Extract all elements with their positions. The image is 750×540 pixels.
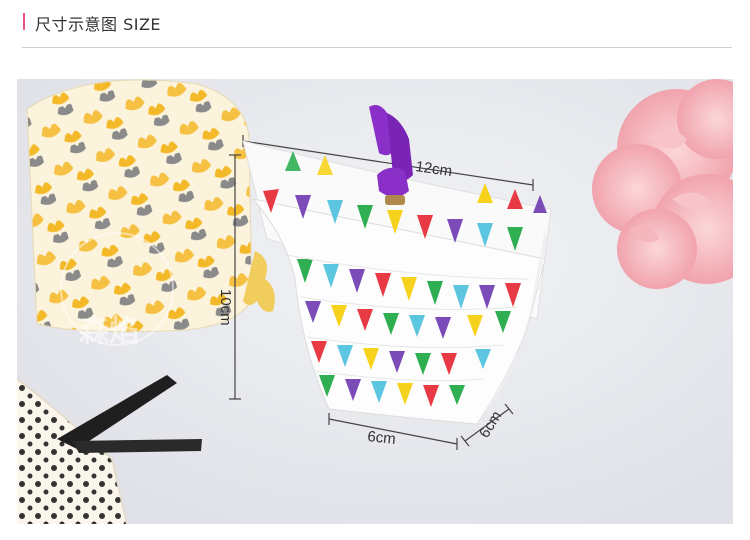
height-label: 10cm — [217, 289, 234, 326]
header-divider — [22, 47, 732, 48]
base-label: 6cm — [367, 428, 397, 448]
product-photo: 12cm 10cm 6cm 6cm 森焰 — [17, 79, 733, 524]
section-header: 尺寸示意图 SIZE — [0, 0, 750, 50]
yellow-gift-bag — [26, 79, 275, 333]
watermark-text: 森焰 — [79, 314, 139, 349]
section-title: 尺寸示意图 SIZE — [35, 15, 162, 34]
accent-bar — [23, 13, 25, 30]
product-illustration: 12cm 10cm 6cm 6cm 森焰 — [17, 79, 733, 524]
